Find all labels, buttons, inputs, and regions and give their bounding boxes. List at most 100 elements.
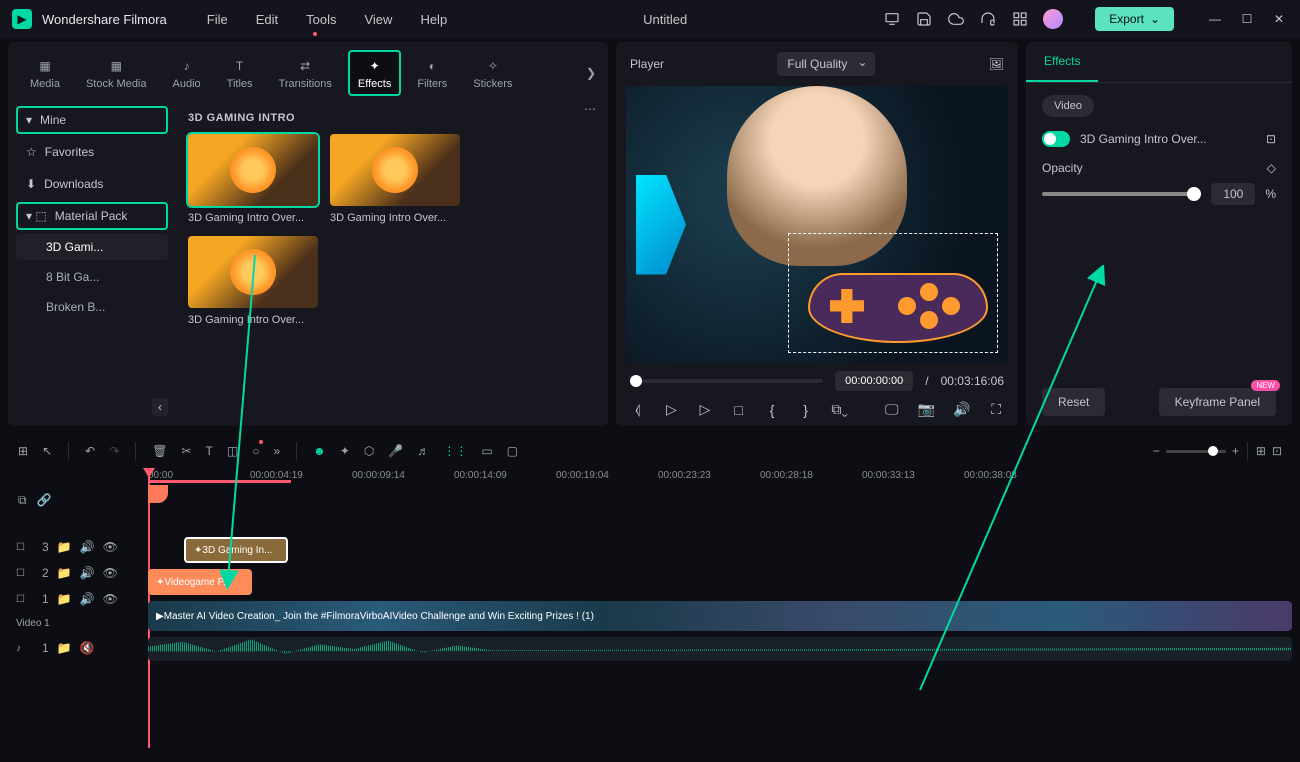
snapshot-icon[interactable]: 🖼	[989, 57, 1004, 71]
prev-frame-icon[interactable]: ⦉	[630, 401, 646, 418]
music-icon[interactable]: ♬	[417, 444, 429, 458]
zoom-slider[interactable]	[1166, 450, 1226, 453]
tab-transitions[interactable]: ⇄Transitions	[269, 50, 342, 96]
record-icon[interactable]: ○	[252, 444, 259, 458]
volume-icon[interactable]: 🔊	[953, 401, 970, 418]
menu-edit[interactable]: Edit	[256, 12, 278, 27]
effect-thumb-2[interactable]: 3D Gaming Intro Over...	[330, 134, 460, 224]
effect-enable-toggle[interactable]	[1042, 131, 1070, 147]
menu-help[interactable]: Help	[420, 12, 447, 27]
cursor-icon[interactable]: ↖	[42, 444, 52, 458]
tab-effects[interactable]: ✦Effects	[348, 50, 401, 96]
apps-icon[interactable]	[1011, 10, 1029, 28]
camera-icon[interactable]: 📷	[918, 401, 935, 418]
ai-icon[interactable]: ☻	[313, 444, 326, 458]
sidebar-sub-8bit[interactable]: 8 Bit Ga...	[16, 264, 168, 290]
shield-icon[interactable]: ⬡	[364, 444, 374, 458]
mark-in-icon[interactable]: {	[764, 402, 780, 418]
sparkle-icon[interactable]: ✦	[340, 444, 350, 458]
text-icon[interactable]: T	[206, 444, 213, 458]
quality-select[interactable]: Full Quality	[777, 52, 875, 76]
headset-icon[interactable]	[979, 10, 997, 28]
effect-settings-icon[interactable]: ⊡	[1266, 132, 1276, 146]
opacity-slider[interactable]	[1042, 192, 1201, 196]
sidebar-mine[interactable]: ▾Mine	[16, 106, 168, 134]
grid-more-icon[interactable]: ⋯	[584, 102, 596, 116]
clip-3d-gaming[interactable]: ✦ 3D Gaming In...	[184, 537, 288, 563]
sidebar-material-pack[interactable]: ▾ ⬚Material Pack	[16, 202, 168, 230]
step-back-icon[interactable]: ▷	[664, 401, 680, 418]
zoom-in-icon[interactable]: +	[1232, 444, 1239, 458]
tab-media[interactable]: ▦Media	[20, 50, 70, 96]
track-header-v1[interactable]: ☐1📁🔊👁	[8, 587, 148, 611]
clip-main-video[interactable]: ▶ Master AI Video Creation_ Join the #Fi…	[148, 601, 1292, 631]
save-icon[interactable]	[915, 10, 933, 28]
inspector-tab-effects[interactable]: Effects	[1026, 42, 1098, 82]
menu-tools[interactable]: Tools	[306, 12, 336, 27]
sidebar-downloads[interactable]: ⬇Downloads	[16, 170, 168, 198]
reset-button[interactable]: Reset	[1042, 388, 1105, 416]
undo-icon[interactable]: ↶	[85, 444, 95, 458]
sidebar-sub-3d-gaming[interactable]: 3D Gami...	[16, 234, 168, 260]
redo-icon[interactable]: ↷	[109, 444, 119, 458]
lane-fx2[interactable]: ✦ Videogame P...	[148, 567, 1292, 597]
more-tools-icon[interactable]: »	[273, 444, 280, 458]
track-header-a1[interactable]: ♪1📁🔇	[8, 636, 148, 660]
layout-icon[interactable]: ⊞	[18, 444, 28, 458]
marker-start[interactable]	[148, 485, 168, 503]
timeline-region[interactable]	[148, 480, 291, 483]
opacity-value[interactable]: 100	[1211, 183, 1255, 205]
track-link2-icon[interactable]: 🔗	[37, 493, 52, 508]
monitor-icon[interactable]	[883, 10, 901, 28]
fullscreen-icon[interactable]: ⛶	[988, 401, 1004, 418]
clip-audio-waveform[interactable]	[148, 637, 1292, 661]
mic-icon[interactable]: 🎤	[388, 444, 403, 458]
tab-audio[interactable]: ♪Audio	[163, 50, 211, 96]
lane-a1[interactable]	[148, 663, 1292, 693]
tab-titles[interactable]: TTitles	[217, 50, 263, 96]
track-header-fx3[interactable]: ☐3📁🔊👁	[8, 535, 148, 559]
lane-audio[interactable]	[148, 635, 1292, 661]
close-icon[interactable]: ✕	[1270, 10, 1288, 28]
view-grid-icon[interactable]: ⊞	[1256, 444, 1266, 458]
lane-v1[interactable]: ▶ Master AI Video Creation_ Join the #Fi…	[148, 599, 1292, 633]
track-link-icon[interactable]: ⧉	[18, 493, 27, 508]
view-fit-icon[interactable]: ⊡	[1272, 444, 1282, 458]
tab-stock-media[interactable]: ▦Stock Media	[76, 50, 157, 96]
crop-icon[interactable]: ◫	[227, 444, 238, 458]
preview-viewport[interactable]	[626, 86, 1008, 363]
snap-icon[interactable]: ▭	[481, 444, 492, 458]
keyframe-panel-button[interactable]: Keyframe Panel NEW	[1159, 388, 1276, 416]
sidebar-sub-broken[interactable]: Broken B...	[16, 294, 168, 320]
cut-icon[interactable]: ✂	[181, 444, 191, 458]
marker-icon[interactable]: ▢	[507, 444, 518, 458]
sidebar-favorites[interactable]: ☆Favorites	[16, 138, 168, 166]
stop-icon[interactable]: □	[731, 402, 747, 418]
tab-filters[interactable]: ◐Filters	[407, 50, 457, 96]
keyframe-diamond-icon[interactable]: ◇	[1267, 161, 1276, 175]
track-header-fx2[interactable]: ☐2📁🔊👁	[8, 561, 148, 585]
effect-thumb-1[interactable]: 3D Gaming Intro Over...	[188, 134, 318, 224]
preview-progress[interactable]	[630, 379, 823, 383]
clip-videogame[interactable]: ✦ Videogame P...	[148, 569, 252, 595]
cloud-icon[interactable]	[947, 10, 965, 28]
lane-fx3[interactable]: ✦ 3D Gaming In...	[148, 535, 1292, 565]
export-button[interactable]: Export⌄	[1095, 7, 1174, 31]
align-icon[interactable]: ⋮⋮	[443, 444, 467, 458]
tabs-more-icon[interactable]: ❯	[586, 66, 596, 80]
delete-icon[interactable]: 🗑	[152, 444, 167, 458]
sidebar-collapse-icon[interactable]: ‹	[152, 398, 168, 416]
menu-file[interactable]: File	[207, 12, 228, 27]
play-icon[interactable]: ▷	[697, 401, 713, 418]
effect-thumb-3[interactable]: 3D Gaming Intro Over...	[188, 236, 318, 326]
mark-out-icon[interactable]: }	[798, 402, 814, 418]
tab-stickers[interactable]: ✧Stickers	[463, 50, 522, 96]
minimize-icon[interactable]: —	[1206, 10, 1224, 28]
maximize-icon[interactable]: ☐	[1238, 10, 1256, 28]
menu-view[interactable]: View	[364, 12, 392, 27]
display-icon[interactable]: 🖵	[884, 401, 900, 418]
user-avatar[interactable]	[1043, 9, 1063, 29]
ratio-icon[interactable]: ⧉⌄	[831, 401, 848, 418]
pill-video[interactable]: Video	[1042, 95, 1094, 117]
zoom-out-icon[interactable]: −	[1153, 444, 1160, 458]
